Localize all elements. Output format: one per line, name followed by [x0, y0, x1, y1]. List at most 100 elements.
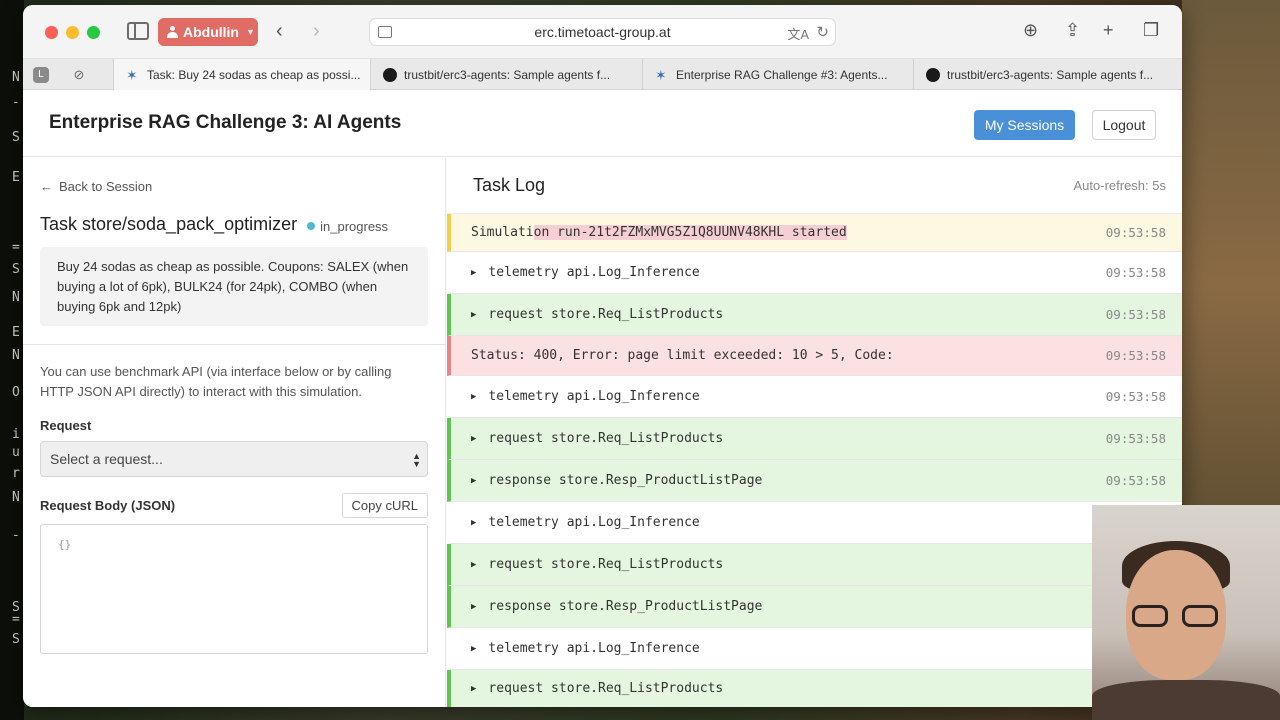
profile-name: Abdullin — [183, 24, 239, 40]
log-entry-content: ▶ telemetry api.Log_Inference — [471, 641, 700, 656]
log-entry-content: ▶ response store.Resp_ProductListPage — [471, 599, 762, 614]
expand-triangle-icon[interactable]: ▶ — [471, 476, 476, 486]
select-arrows-icon: ▲ ▼ — [412, 451, 421, 469]
task-log-title: Task Log — [473, 175, 546, 195]
log-entry[interactable]: ▶ request store.Req_ListProducts 09:53:58 — [447, 294, 1182, 336]
address-bar[interactable]: erc.timetoact-group.at 文A ↻ — [369, 18, 836, 46]
tab-title: trustbit/erc3-agents: Sample agents f... — [947, 67, 1154, 82]
terminal-glyph: N — [12, 348, 20, 363]
log-entry[interactable]: ▶ request store.Req_ListProducts 09:53:58 — [447, 418, 1182, 460]
log-entry[interactable]: ▶ response store.Resp_ProductListPage 09:5… — [447, 460, 1182, 502]
profile-button[interactable]: Abdullin ▼ — [158, 18, 258, 46]
terminal-glyph: E — [12, 170, 20, 185]
browser-window: Abdullin ▼ ‹ › erc.timetoact-group.at 文A… — [23, 5, 1182, 707]
site-title: Enterprise RAG Challenge 3: AI Agents — [49, 112, 402, 133]
log-entry[interactable]: ▶ request store.Req_ListProducts — [447, 670, 1182, 707]
back-label: Back to Session — [59, 179, 153, 194]
request-body-label: Request Body (JSON) — [40, 498, 176, 513]
log-entry-text: request store.Req_ListProducts — [488, 681, 724, 696]
log-entry: Status: 400, Error: page limit exceeded:… — [447, 336, 1182, 376]
log-entry[interactable]: ▶ request store.Req_ListProducts — [447, 544, 1182, 586]
task-title: Task store/soda_pack_optimizer — [40, 214, 298, 234]
log-entry[interactable]: ▶ telemetry api.Log_Inference 09:53:58 — [447, 252, 1182, 294]
expand-triangle-icon[interactable]: ▶ — [471, 310, 476, 320]
request-body-header: Request Body (JSON) Copy cURL — [40, 493, 428, 518]
request-select[interactable]: Select a request... ▲ ▼ — [40, 441, 428, 477]
download-icon[interactable]: ⊕ — [1023, 20, 1038, 41]
terminal-glyph: S — [12, 262, 20, 277]
log-entry-time: 09:53:58 — [1105, 307, 1166, 322]
tab-0[interactable]: ✶ Task: Buy 24 sodas as cheap as possi..… — [113, 59, 370, 90]
task-description: Buy 24 sodas as cheap as possible. Coupo… — [40, 247, 428, 326]
copy-curl-button[interactable]: Copy cURL — [341, 493, 428, 518]
request-label: Request — [40, 418, 92, 433]
log-entry[interactable]: ▶ response store.Resp_ProductListPage — [447, 586, 1182, 628]
github-icon — [383, 67, 397, 82]
log-entry[interactable]: ▶ telemetry api.Log_Inference 09:53:58 — [447, 376, 1182, 418]
browser-toolbar: Abdullin ▼ ‹ › erc.timetoact-group.at 文A… — [23, 5, 1182, 59]
terminal-glyph: = — [12, 612, 20, 627]
log-entry-content: ▶ response store.Resp_ProductListPage — [471, 473, 762, 488]
zoom-window-button[interactable] — [87, 26, 100, 39]
tab-title: Enterprise RAG Challenge #3: Agents... — [676, 67, 888, 82]
webcam-person-shirt — [1092, 680, 1280, 720]
task-log-panel: Task Log Auto-refresh: 5s Simulation run… — [447, 158, 1182, 707]
reload-icon[interactable]: ↻ — [816, 23, 829, 41]
auto-refresh-text: Auto-refresh: 5s — [1073, 178, 1167, 193]
task-log-header: Task Log Auto-refresh: 5s — [447, 158, 1182, 214]
chevron-down-icon: ▼ — [246, 27, 255, 37]
my-sessions-button[interactable]: My Sessions — [974, 110, 1075, 140]
web-page: Enterprise RAG Challenge 3: AI Agents My… — [23, 90, 1182, 707]
terminal-glyph: - — [12, 528, 20, 543]
log-entry-time: 09:53:58 — [1105, 265, 1166, 280]
log-entry-content: ▶ request store.Req_ListProducts — [471, 681, 723, 696]
log-entry-content: ▶ telemetry api.Log_Inference — [471, 515, 700, 530]
expand-triangle-icon[interactable]: ▶ — [471, 434, 476, 444]
tab-title: trustbit/erc3-agents: Sample agents f... — [404, 67, 611, 82]
forward-arrow-icon[interactable]: › — [313, 20, 320, 43]
status-dot-icon — [307, 222, 316, 230]
logout-button[interactable]: Logout — [1092, 110, 1156, 140]
log-entry-content: ▶ request store.Req_ListProducts — [471, 307, 723, 322]
log-entry[interactable]: ▶ telemetry api.Log_Inference — [447, 502, 1182, 544]
translate-icon[interactable]: 文A — [787, 24, 809, 43]
log-entry-content: ▶ telemetry api.Log_Inference — [471, 265, 700, 280]
page-menu-icon[interactable] — [378, 26, 392, 38]
expand-triangle-icon[interactable]: ▶ — [471, 644, 476, 654]
tab-bar: L ⊘ ✶ Task: Buy 24 sodas as cheap as pos… — [23, 59, 1182, 90]
expand-triangle-icon[interactable]: ▶ — [471, 518, 476, 528]
request-body-input[interactable]: {} — [40, 524, 428, 654]
log-entry-text: response store.Resp_ProductListPage — [488, 599, 763, 614]
task-panel: ← Back to Session Task store/soda_pack_o… — [23, 158, 446, 707]
expand-triangle-icon[interactable]: ▶ — [471, 602, 476, 612]
back-arrow-icon[interactable]: ‹ — [276, 20, 283, 43]
tab-1[interactable]: trustbit/erc3-agents: Sample agents f... — [370, 59, 642, 90]
back-to-session-link[interactable]: ← Back to Session — [40, 179, 428, 194]
task-heading: Task store/soda_pack_optimizer in_progre… — [40, 214, 428, 235]
terminal-glyph: i — [12, 427, 20, 442]
log-entry-text: request store.Req_ListProducts — [488, 431, 724, 446]
compass-icon[interactable]: ⊘ — [71, 67, 87, 83]
log-entry-text: request store.Req_ListProducts — [488, 557, 724, 572]
tab-3[interactable]: trustbit/erc3-agents: Sample agents f... — [913, 59, 1182, 90]
expand-triangle-icon[interactable]: ▶ — [471, 392, 476, 402]
tab-overview-icon[interactable]: ❐ — [1143, 20, 1159, 41]
tab-2[interactable]: ✶ Enterprise RAG Challenge #3: Agents... — [642, 59, 913, 90]
log-entry[interactable]: ▶ telemetry api.Log_Inference — [447, 628, 1182, 670]
expand-triangle-icon[interactable]: ▶ — [471, 560, 476, 570]
expand-triangle-icon[interactable]: ▶ — [471, 684, 476, 694]
terminal-glyph: u — [12, 445, 20, 460]
pinned-tab-icon[interactable]: L — [33, 67, 49, 83]
share-icon[interactable]: ⇪ — [1065, 20, 1080, 41]
terminal-glyph: = — [12, 240, 20, 255]
star-icon: ✶ — [126, 66, 138, 83]
sidebar-toggle-icon[interactable] — [127, 22, 149, 40]
log-entry-content: Status: 400, Error: page limit exceeded:… — [471, 348, 894, 363]
close-window-button[interactable] — [45, 26, 58, 39]
log-entry-text: telemetry api.Log_Inference — [488, 265, 700, 280]
log-entry-time: 09:53:58 — [1105, 348, 1166, 363]
minimize-window-button[interactable] — [66, 26, 79, 39]
arrow-left-icon: ← — [40, 179, 53, 194]
expand-triangle-icon[interactable]: ▶ — [471, 268, 476, 278]
new-tab-icon[interactable]: + — [1103, 20, 1114, 41]
